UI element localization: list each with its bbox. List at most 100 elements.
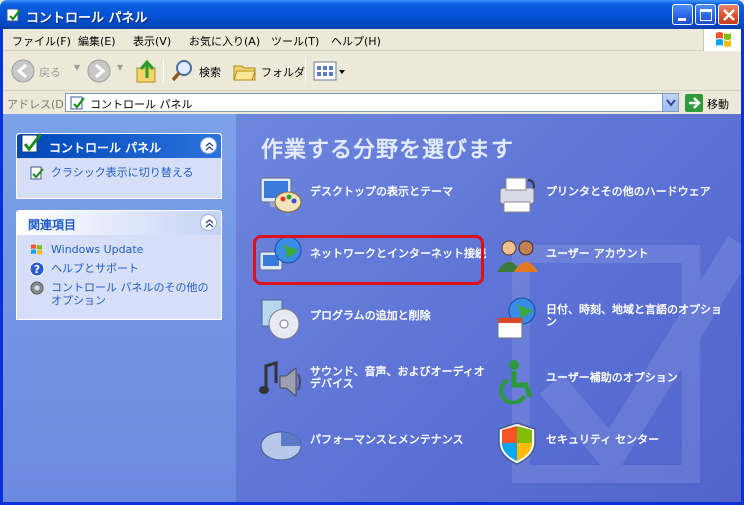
control-panel-box-header[interactable]: コントロール パネル — [17, 133, 221, 158]
back-arrow-icon — [11, 59, 35, 83]
collapse-button[interactable] — [200, 137, 217, 154]
menu-favorites[interactable]: お気に入り(A) — [189, 33, 260, 49]
category-accessibility-label: ユーザー補助のオプション — [546, 371, 678, 384]
category-network-internet-label: ネットワークとインターネット接続 — [310, 247, 486, 260]
address-bar: アドレス(D) コントロール パネル 移動 — [3, 91, 741, 114]
windows-logo — [703, 29, 741, 51]
toolbar: 戻る ▼ ▼ 検索 フォルダ — [3, 51, 741, 91]
windows-update-link[interactable]: Windows Update — [27, 243, 211, 256]
category-network-internet[interactable]: ネットワークとインターネット接続 — [258, 234, 498, 280]
category-desktop-themes[interactable]: デスクトップの表示とテーマ — [258, 172, 498, 218]
go-button[interactable]: 移動 — [685, 94, 741, 112]
views-button[interactable] — [313, 59, 347, 86]
related-topics-body: Windows Update ? ヘルプとサポート コントロール パネルのその他… — [17, 235, 221, 319]
address-label: アドレス(D) — [7, 98, 69, 111]
chevron-up-icon — [205, 219, 214, 228]
toolbar-separator — [163, 59, 164, 83]
control-panel-icon — [21, 133, 43, 153]
other-options-link[interactable]: コントロール パネルのその他のオプション — [27, 281, 211, 307]
security-shield-icon — [498, 422, 536, 465]
chevron-up-icon — [205, 142, 214, 151]
printer-icon — [499, 177, 535, 213]
category-accessibility[interactable]: ユーザー補助のオプション — [494, 358, 734, 404]
category-date-time-region-label: 日付、時刻、地域と言語のオプション — [546, 303, 722, 328]
go-arrow-icon — [685, 94, 703, 112]
switch-classic-view-link[interactable]: クラシック表示に切り替える — [27, 166, 211, 180]
gear-icon — [30, 281, 44, 295]
address-input[interactable]: コントロール パネル — [65, 93, 679, 112]
up-folder-icon — [136, 59, 156, 83]
classic-view-icon — [30, 166, 44, 180]
content-area: コントロール パネル クラシック表示に切り替える 関連項目 Windows Up… — [3, 114, 741, 502]
category-pane: 作業する分野を選びます デスクトップの表示とテーマ プリンタとその他のハードウェ… — [236, 114, 741, 502]
category-add-remove-programs-label: プログラムの追加と削除 — [310, 309, 431, 322]
help-support-label: ヘルプとサポート — [51, 262, 139, 275]
help-icon: ? — [29, 261, 45, 277]
chevron-down-icon — [666, 99, 676, 107]
back-dropdown-icon[interactable]: ▼ — [74, 63, 80, 72]
minimize-button[interactable] — [672, 4, 693, 25]
control-panel-icon — [70, 96, 85, 110]
menu-bar: ファイル(F) 編集(E) 表示(V) お気に入り(A) ツール(T) ヘルプ(… — [3, 29, 741, 51]
other-options-label: コントロール パネルのその他のオプション — [51, 281, 209, 307]
up-folder-button[interactable] — [135, 58, 159, 87]
desktop-theme-icon — [260, 177, 302, 213]
maximize-icon — [700, 9, 712, 21]
go-label: 移動 — [707, 98, 729, 111]
close-icon — [723, 9, 735, 21]
address-dropdown-button[interactable] — [662, 94, 678, 111]
address-value: コントロール パネル — [90, 98, 193, 111]
windows-flag-icon — [716, 32, 731, 47]
forward-arrow-icon — [87, 59, 111, 83]
control-panel-box: コントロール パネル クラシック表示に切り替える — [16, 133, 222, 199]
search-icon — [171, 60, 192, 82]
category-sound-audio[interactable]: サウンド、音声、およびオーディオ デバイス — [258, 358, 498, 404]
date-time-globe-icon — [497, 297, 536, 339]
category-add-remove-programs[interactable]: プログラムの追加と削除 — [258, 296, 498, 342]
category-user-accounts-label: ユーザー アカウント — [546, 247, 649, 260]
control-panel-box-body: クラシック表示に切り替える — [17, 158, 221, 198]
collapse-button[interactable] — [200, 214, 217, 231]
related-topics-title: 関連項目 — [28, 218, 77, 232]
control-panel-box-title: コントロール パネル — [49, 141, 162, 155]
maximize-button[interactable] — [695, 4, 716, 25]
menu-view[interactable]: 表示(V) — [133, 33, 171, 49]
window-title: コントロール パネル — [26, 11, 148, 26]
sound-icon — [259, 360, 301, 398]
category-printers-hardware[interactable]: プリンタとその他のハードウェア — [494, 172, 734, 218]
category-security-center[interactable]: セキュリティ センター — [494, 420, 734, 466]
back-label: 戻る — [39, 66, 61, 79]
category-date-time-region[interactable]: 日付、時刻、地域と言語のオプション — [494, 296, 734, 342]
windows-update-icon — [31, 244, 42, 255]
category-user-accounts[interactable]: ユーザー アカウント — [494, 234, 734, 280]
category-printers-hardware-label: プリンタとその他のハードウェア — [546, 185, 711, 198]
menu-file[interactable]: ファイル(F) — [12, 33, 71, 49]
network-icon — [259, 236, 302, 271]
task-pane: コントロール パネル クラシック表示に切り替える 関連項目 Windows Up… — [3, 114, 236, 502]
performance-icon — [260, 431, 302, 461]
menu-tools[interactable]: ツール(T) — [271, 33, 319, 49]
views-icon — [313, 61, 345, 81]
minimize-icon — [678, 18, 686, 21]
toolbar-separator — [305, 59, 306, 83]
menu-edit[interactable]: 編集(E) — [78, 33, 116, 49]
svg-text:?: ? — [34, 263, 40, 276]
category-security-center-label: セキュリティ センター — [546, 433, 660, 446]
related-topics-header[interactable]: 関連項目 — [17, 211, 221, 235]
related-topics-box: 関連項目 Windows Update ? ヘルプとサポート コントロール パネ… — [16, 210, 222, 320]
search-label: 検索 — [199, 66, 221, 79]
windows-update-label: Windows Update — [51, 243, 144, 256]
close-button[interactable] — [718, 4, 739, 25]
control-panel-icon — [6, 8, 21, 22]
category-performance-maintenance-label: パフォーマンスとメンテナンス — [310, 433, 464, 446]
forward-dropdown-icon[interactable]: ▼ — [117, 63, 123, 72]
title-bar[interactable]: コントロール パネル — [0, 0, 744, 29]
help-support-link[interactable]: ? ヘルプとサポート — [27, 261, 211, 277]
folders-icon — [233, 65, 256, 81]
menu-help[interactable]: ヘルプ(H) — [331, 33, 381, 49]
page-heading: 作業する分野を選びます — [261, 138, 515, 163]
switch-classic-view-label: クラシック表示に切り替える — [51, 166, 194, 179]
user-accounts-icon — [497, 240, 538, 272]
category-performance-maintenance[interactable]: パフォーマンスとメンテナンス — [258, 420, 498, 466]
category-sound-audio-label: サウンド、音声、およびオーディオ デバイス — [310, 365, 485, 390]
